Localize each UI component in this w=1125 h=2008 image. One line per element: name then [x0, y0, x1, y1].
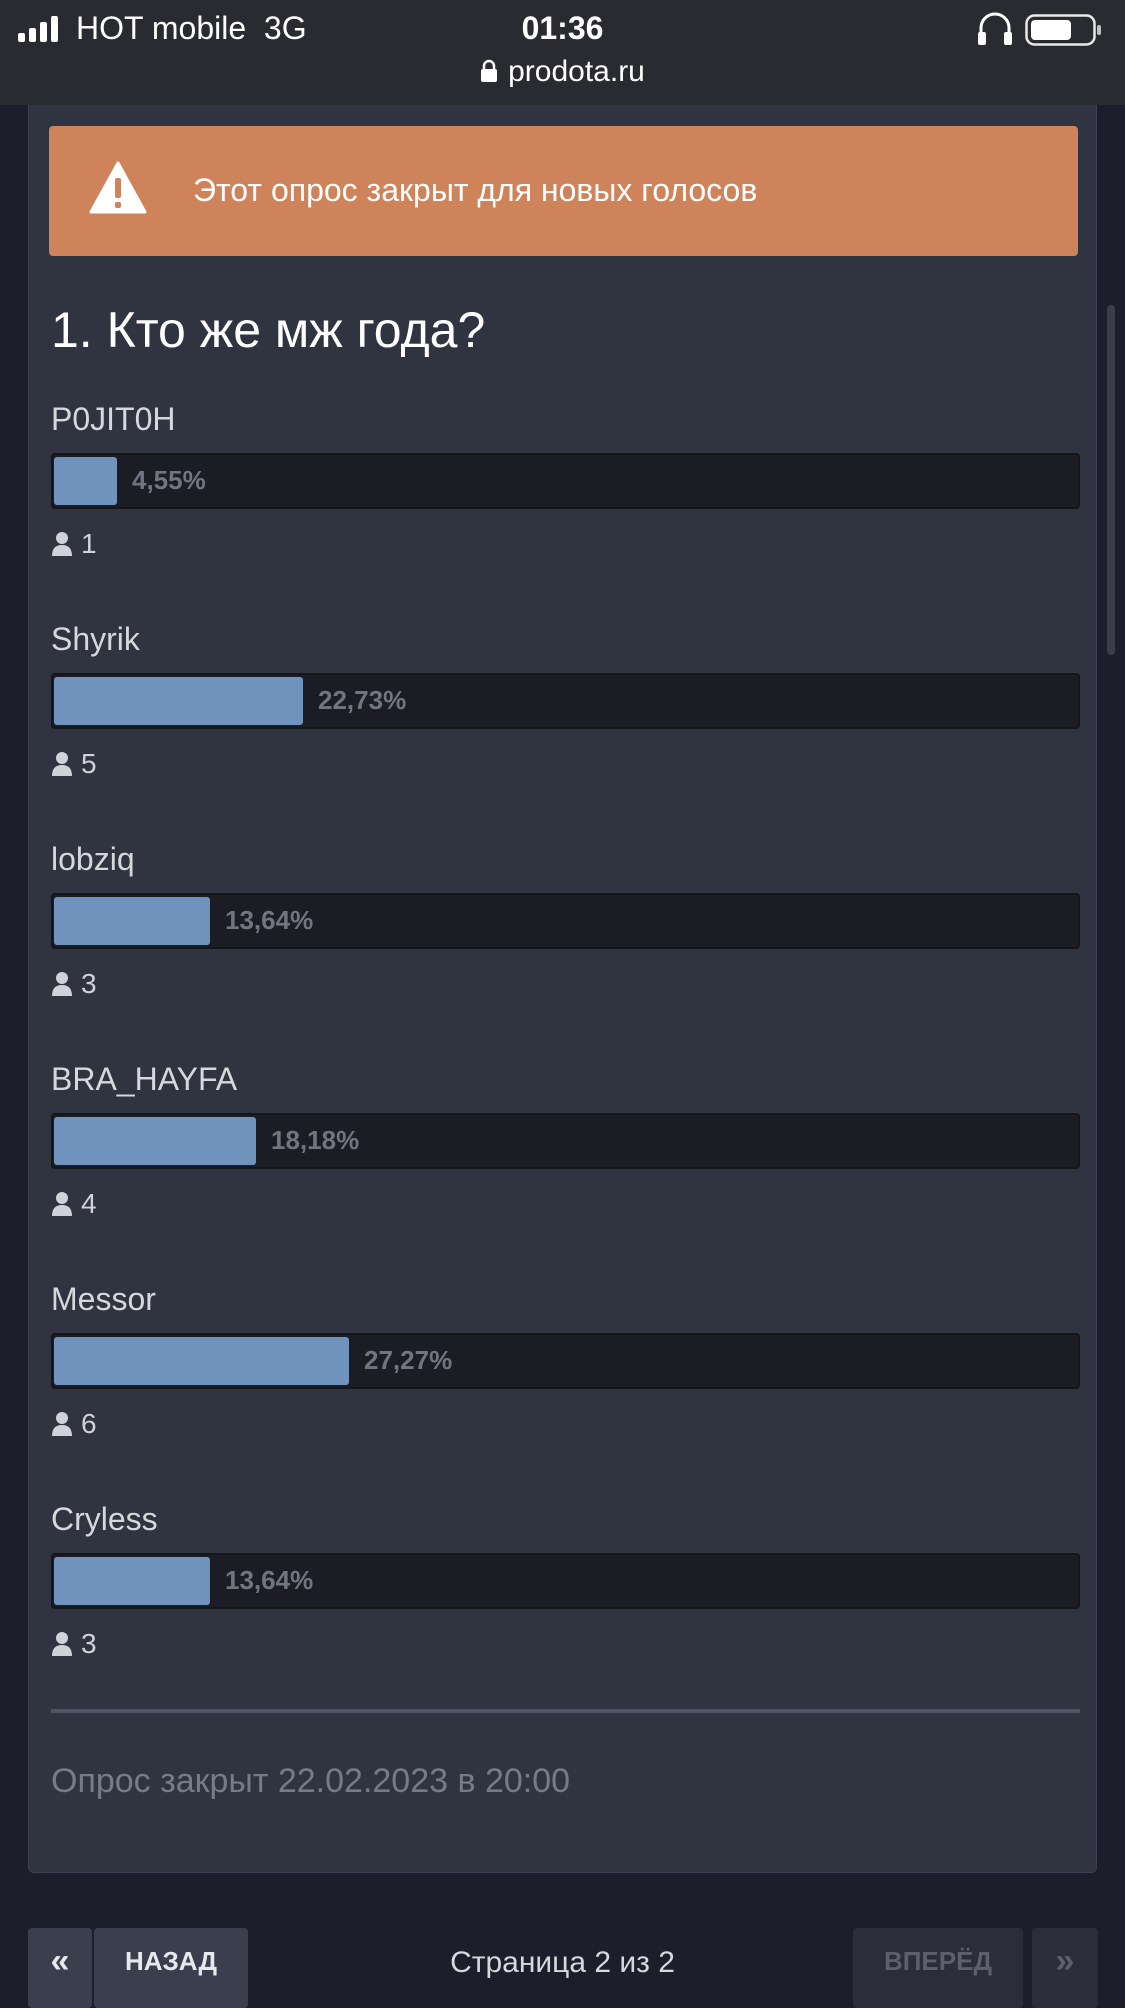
result-bar: 4,55% — [51, 453, 1080, 509]
poll-option: BRA_HAYFA 18,18% 4 — [51, 1061, 1080, 1261]
poll-option: P0JIT0H 4,55% 1 — [51, 401, 1080, 601]
option-name: Cryless — [51, 1501, 158, 1537]
result-percent: 18,18% — [271, 1125, 360, 1155]
result-percent: 27,27% — [364, 1345, 453, 1375]
result-bar: 27,27% — [51, 1333, 1080, 1389]
notice-text: Этот опрос закрыт для новых голосов — [193, 172, 758, 208]
result-bar-fill — [54, 1557, 210, 1605]
browser-top-bar: HOT mobile 3G 01:36 prodota.ru — [0, 0, 1125, 105]
vote-count: 6 — [51, 1407, 97, 1441]
poll-option: Cryless 13,64% 3 — [51, 1501, 1080, 1701]
pagination: « НАЗАД Страница 2 из 2 ВПЕРЁД » — [0, 1928, 1125, 2008]
vote-count-value: 6 — [81, 1408, 97, 1439]
result-percent: 4,55% — [132, 465, 206, 495]
warning-triangle-icon — [89, 161, 147, 214]
result-bar-fill — [54, 1337, 349, 1385]
vote-count: 3 — [51, 967, 97, 1001]
result-bar-fill — [54, 897, 210, 945]
option-name: P0JIT0H — [51, 401, 176, 437]
result-percent: 22,73% — [318, 685, 407, 715]
poll-question: 1. Кто же мж года? — [51, 302, 486, 358]
result-bar: 13,64% — [51, 893, 1080, 949]
vote-count: 1 — [51, 527, 97, 561]
headphones-icon — [978, 12, 1012, 45]
user-icon — [52, 972, 72, 996]
battery-icon — [1025, 14, 1101, 46]
option-name: lobziq — [51, 841, 135, 877]
result-bar-fill — [54, 457, 117, 505]
vote-count-value: 3 — [81, 1628, 97, 1659]
status-bar: HOT mobile 3G 01:36 — [0, 10, 1125, 50]
result-percent: 13,64% — [225, 1565, 314, 1595]
result-bar-fill — [54, 677, 303, 725]
poll-option: lobziq 13,64% 3 — [51, 841, 1080, 1041]
result-bar-fill — [54, 1117, 256, 1165]
poll-card: Этот опрос закрыт для новых голосов 1. К… — [28, 105, 1097, 1873]
status-time: 01:36 — [521, 10, 604, 46]
result-bar: 18,18% — [51, 1113, 1080, 1169]
user-icon — [52, 1412, 72, 1436]
vote-count-value: 1 — [81, 528, 97, 559]
poll-option: Messor 27,27% 6 — [51, 1281, 1080, 1481]
result-percent: 13,64% — [225, 905, 314, 935]
user-icon — [52, 1632, 72, 1656]
page-scrollbar[interactable] — [1107, 305, 1115, 655]
vote-count: 3 — [51, 1627, 97, 1661]
poll-closed-date: Опрос закрыт 22.02.2023 в 20:00 — [51, 1762, 571, 1800]
next-page-button[interactable]: ВПЕРЁД — [853, 1928, 1023, 2008]
address-bar[interactable]: prodota.ru — [0, 55, 1125, 89]
poll-closed-notice: Этот опрос закрыт для новых голосов — [49, 126, 1078, 256]
user-icon — [52, 1192, 72, 1216]
url-text: prodota.ru — [508, 55, 645, 88]
vote-count-value: 3 — [81, 968, 97, 999]
vote-count: 4 — [51, 1187, 97, 1221]
poll-option: Shyrik 22,73% 5 — [51, 621, 1080, 821]
user-icon — [52, 532, 72, 556]
option-name: Shyrik — [51, 621, 140, 657]
option-name: Messor — [51, 1281, 156, 1317]
lock-icon — [481, 59, 498, 82]
last-page-button[interactable]: » — [1032, 1928, 1098, 2008]
vote-count: 5 — [51, 747, 97, 781]
poll-divider — [51, 1709, 1080, 1713]
result-bar: 13,64% — [51, 1553, 1080, 1609]
vote-count-value: 5 — [81, 748, 97, 779]
user-icon — [52, 752, 72, 776]
vote-count-value: 4 — [81, 1188, 97, 1219]
option-name: BRA_HAYFA — [51, 1061, 238, 1097]
result-bar: 22,73% — [51, 673, 1080, 729]
